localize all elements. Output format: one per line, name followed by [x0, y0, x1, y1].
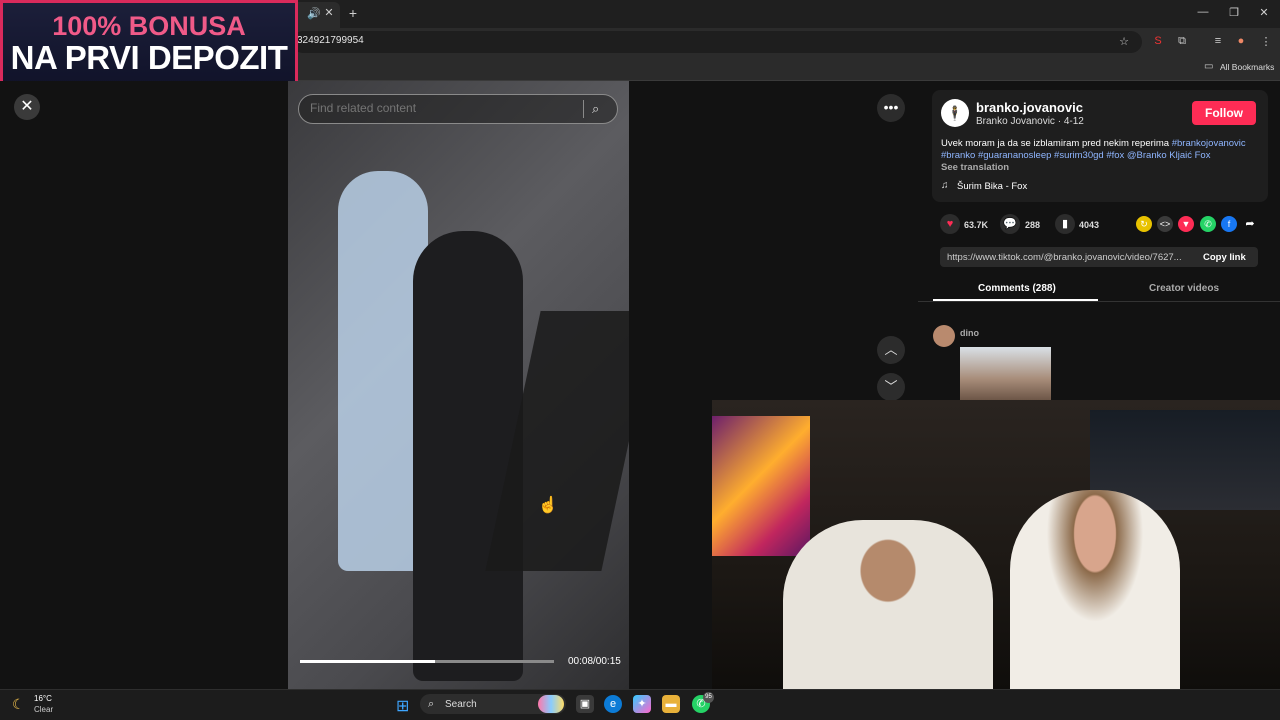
new-tab-button[interactable]: + [345, 5, 361, 21]
copilot-icon[interactable]: ✦ [633, 695, 651, 713]
copy-link-button[interactable]: Copy link [1203, 252, 1246, 263]
taskbar-search-label: Search [445, 699, 477, 710]
ad-subheadline: NA PRVI DEPOZIT [10, 39, 288, 76]
search-icon[interactable]: ⌕ [592, 101, 599, 117]
ad-headline: 100% BONUSA [52, 11, 246, 41]
send-icon[interactable]: ▼ [1178, 216, 1194, 232]
search-highlight-icon[interactable] [538, 695, 564, 713]
author-subtitle: Branko Jovanovic · 4-12 [976, 116, 1084, 127]
bookmark-star-icon[interactable]: ☆ [1116, 35, 1132, 48]
all-bookmarks-link[interactable]: All Bookmarks [1220, 62, 1274, 72]
caption-text: Uvek moram ja da se izblamiram pred neki… [941, 138, 1172, 149]
webcam-streamer [783, 520, 993, 689]
url-text[interactable]: 324921799954 [297, 35, 364, 46]
embed-icon[interactable]: <> [1157, 216, 1173, 232]
restore-icon[interactable]: ❐ [1226, 6, 1242, 19]
video-figure-right [413, 231, 523, 681]
author-handle[interactable]: branko.jovanovic [976, 100, 1083, 115]
likes-count: 63.7K [964, 220, 989, 230]
profile-icon[interactable]: ● [1233, 35, 1249, 47]
comments-count: 288 [1025, 220, 1041, 230]
ad-banner[interactable]: 100% BONUSA NA PRVI DEPOZIT [0, 0, 298, 86]
comment-image[interactable] [960, 347, 1051, 400]
tab-divider [918, 301, 1280, 302]
music-note-icon: ♫ [941, 180, 949, 191]
video-time: 00:08/00:15 [568, 656, 621, 667]
progress-fill [300, 660, 436, 663]
search-divider [583, 100, 584, 118]
task-view-icon[interactable]: ▣ [576, 695, 594, 713]
facebook-icon[interactable]: f [1221, 216, 1237, 232]
menu-icon[interactable]: ⋮ [1258, 35, 1274, 48]
post-caption: Uvek moram ja da se izblamiram pred neki… [941, 138, 1259, 162]
related-search-input[interactable] [310, 101, 570, 115]
close-video-button[interactable]: ✕ [14, 94, 40, 120]
comment-icon[interactable]: 💬 [1000, 214, 1020, 234]
tab-creator-videos[interactable]: Creator videos [1149, 283, 1219, 294]
previous-video-button[interactable]: ︿ [877, 336, 905, 364]
comment-username[interactable]: dino [960, 328, 979, 338]
minimize-icon[interactable]: — [1195, 6, 1211, 18]
whatsapp-icon[interactable]: ✆ [1200, 216, 1216, 232]
windows-start-icon[interactable]: ⊞ [396, 696, 409, 716]
speaker-icon[interactable]: 🔊 [306, 7, 322, 20]
share-icon[interactable]: ➦ [1242, 216, 1258, 232]
notification-badge: 95 [703, 692, 714, 703]
weather-condition[interactable]: Clear [34, 705, 53, 714]
address-bar[interactable] [292, 31, 1142, 53]
weather-temperature[interactable]: 16°C [34, 694, 52, 703]
music-title[interactable]: Šurim Bika - Fox [957, 181, 1027, 192]
next-video-button[interactable]: ﹀ [877, 373, 905, 401]
saves-count: 4043 [1079, 220, 1100, 230]
extension-s-icon[interactable]: S [1150, 35, 1166, 47]
media-controls-icon[interactable]: ≡ [1210, 35, 1226, 47]
window-close-icon[interactable]: ✕ [1256, 6, 1272, 19]
folder-icon: ▭ [1204, 61, 1214, 72]
tab-comments[interactable]: Comments (288) [978, 283, 1056, 294]
taskbar-search-icon: ⌕ [428, 698, 435, 710]
file-explorer-icon[interactable]: ▬ [662, 695, 680, 713]
comment-avatar[interactable] [933, 325, 955, 347]
extensions-icon[interactable]: ⧉ [1174, 35, 1190, 48]
webcam-guest [1010, 490, 1180, 689]
moon-weather-icon[interactable]: ☾ [12, 696, 25, 713]
heart-icon[interactable]: ♥ [940, 214, 960, 234]
video-link-url[interactable]: https://www.tiktok.com/@branko.jovanovic… [947, 252, 1191, 263]
see-translation-link[interactable]: See translation [941, 162, 1009, 173]
edge-icon[interactable]: e [604, 695, 622, 713]
tab-close-icon[interactable]: ✕ [321, 6, 337, 19]
bookmark-icon[interactable]: ▮ [1055, 214, 1075, 234]
more-options-button[interactable]: ••• [877, 94, 905, 122]
repost-icon[interactable]: ↻ [1136, 216, 1152, 232]
follow-button[interactable]: Follow [1192, 101, 1256, 125]
hand-cursor-icon: ☝ [538, 497, 558, 514]
webcam-tv-fireplace [712, 416, 810, 556]
author-avatar[interactable]: 🕴 [941, 99, 969, 127]
video-player[interactable] [288, 81, 629, 689]
